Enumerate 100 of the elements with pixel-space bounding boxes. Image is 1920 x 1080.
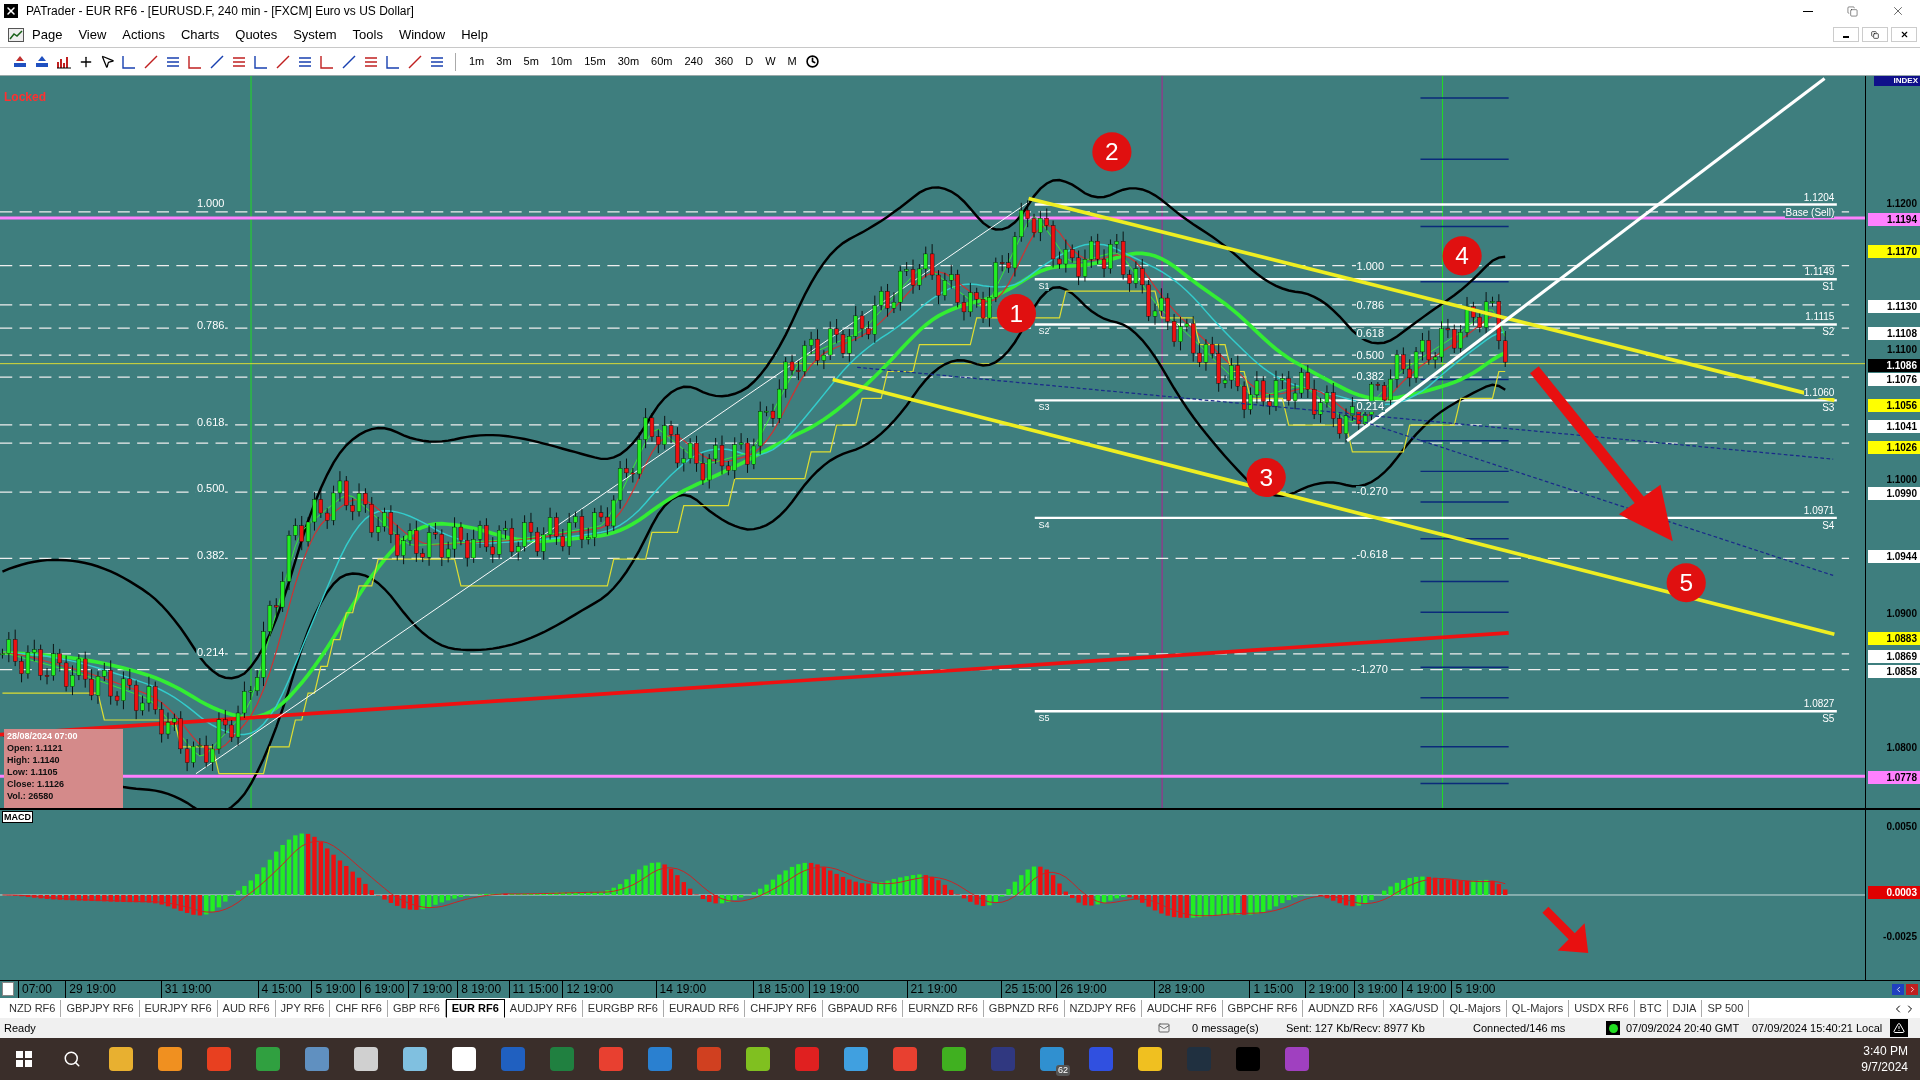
drawing-tool-icon[interactable] [121,53,137,70]
ohlc-value-label: High: 1.1140 [7,754,61,766]
timeframe-button[interactable]: D [742,53,757,70]
mdi-close-button[interactable] [1891,27,1917,42]
timeframe-button[interactable]: M [784,53,800,70]
price-marker-label: 1.0778 [1868,771,1920,785]
drawing-tool-icon[interactable] [143,53,159,70]
fib-level-label: -0.618 [1355,548,1389,560]
drawing-tool-icon[interactable] [385,53,401,70]
drawing-tool-icon[interactable] [187,53,203,70]
symbol-tab[interactable]: AUD RF6 [217,1000,276,1017]
menu-item[interactable]: Actions [114,24,173,45]
timeframe-button[interactable]: 360 [711,53,737,70]
minimize-icon [1802,10,1813,12]
chart-line-icon [8,27,24,42]
symbol-tab[interactable]: GBPNZD RF6 [983,1000,1065,1017]
price-marker-label: 1.1170 [1868,244,1920,258]
app-icon[interactable] [1137,1047,1162,1071]
symbol-tab[interactable]: BTC [1634,1000,1668,1017]
symbol-tab[interactable]: GBP RF6 [387,1000,446,1017]
timeframe-button[interactable]: 3m [493,53,515,70]
fib-level-label: -1.270 [1355,663,1389,675]
scroll-right-icon[interactable] [1906,984,1918,995]
scroll-left-icon[interactable] [1892,984,1904,995]
drawing-tool-icon[interactable] [407,53,423,70]
price-marker-label: 1.0944 [1868,549,1920,563]
symbol-tab[interactable]: AUDJPY RF6 [504,1000,583,1017]
symbol-tab[interactable]: JPY RF6 [275,1000,331,1017]
symbol-tab[interactable]: XAG/USD [1383,1000,1445,1017]
symbol-tab[interactable]: GBPCHF RF6 [1222,1000,1304,1017]
app-icon[interactable] [108,1047,133,1071]
timeframe-button[interactable]: 10m [547,53,576,70]
app-icon[interactable] [402,1047,427,1071]
menu-item[interactable]: View [70,24,115,45]
fib-level-label: 0.500 [1355,350,1386,362]
indicator-title: MACD [2,811,33,823]
zoom-arrows-icon[interactable] [34,54,50,69]
symbol-tab[interactable]: EUR RF6 [445,999,505,1018]
restore-icon [1871,30,1879,39]
symbol-tab[interactable]: NZDJPY RF6 [1064,1000,1142,1017]
timeframe-button[interactable]: 15m [581,53,609,70]
step-number-marker: 2 [1092,132,1132,172]
menu-item[interactable]: Page [24,24,71,45]
scroll-box[interactable] [2,982,14,996]
timeframe-button[interactable]: 30m [614,53,643,70]
symbol-tab[interactable]: NZD RF6 [4,1000,62,1017]
pivot-price-label: 1.0827 [1803,699,1835,710]
pointer-icon[interactable] [100,54,115,69]
price-tick-label: 1.1000 [1886,472,1917,486]
menu-item[interactable]: Help [453,24,496,45]
symbol-tab[interactable]: EURJPY RF6 [139,1000,218,1017]
drawing-tool-icon[interactable] [341,53,357,70]
symbol-tab[interactable]: GBPAUD RF6 [822,1000,904,1017]
symbol-tab[interactable]: SP 500 [1702,1000,1750,1017]
timeframe-button[interactable]: 5m [520,53,542,70]
zoom-arrows-icon[interactable] [12,54,28,69]
timeframe-button[interactable]: 1m [466,53,488,70]
clock-icon[interactable] [805,55,819,68]
drawing-tool-icon[interactable] [275,53,291,70]
pivot-level-label: S2 [1038,327,1050,337]
pivot-price-label: 1.1149 [1804,267,1835,278]
timeframe-button[interactable]: 240 [681,53,706,70]
message-count: 0 message(s) [1192,1020,1260,1036]
price-marker-label: 1.1194 [1868,213,1920,226]
menu-item[interactable]: Quotes [227,24,286,45]
symbol-tab[interactable]: GBPJPY RF6 [61,1000,140,1017]
menu-item[interactable]: Window [390,24,454,45]
symbol-tab[interactable]: QL-Majors [1444,1000,1507,1017]
mdi-minimize-button[interactable] [1833,27,1859,42]
symbol-tab[interactable]: USDX RF6 [1569,1000,1635,1017]
symbol-tab[interactable]: CHFJPY RF6 [745,1000,823,1017]
menu-item[interactable]: Tools [344,24,391,45]
drawing-tool-icon[interactable] [209,53,225,70]
app-icon[interactable] [745,1047,770,1071]
fib-level-label: 1.000 [195,197,226,209]
pivot-level-label: S4 [1822,520,1835,531]
pivot-level-label: S2 [1822,327,1835,338]
drawing-tool-icon[interactable] [253,53,269,70]
drawing-tool-icon[interactable] [319,53,335,70]
symbol-tab[interactable]: AUDNZD RF6 [1303,1000,1384,1017]
timeframe-button[interactable]: 60m [648,53,676,70]
app-icon[interactable] [451,1047,476,1071]
timeframe-button[interactable]: W [762,53,779,70]
menu-item[interactable]: System [285,24,345,45]
pivot-price-label: 1.1060 [1803,388,1835,399]
symbol-tab[interactable]: CHF RF6 [330,1000,388,1017]
symbol-tab[interactable]: EURNZD RF6 [903,1000,984,1017]
symbol-tab[interactable]: DJIA [1667,1000,1703,1017]
symbol-tab[interactable]: EURAUD RF6 [663,1000,746,1017]
menu-item[interactable]: Charts [172,24,228,45]
symbol-tab[interactable]: AUDCHF RF6 [1141,1000,1223,1017]
symbol-tab[interactable]: QL-Majors [1506,1000,1570,1017]
app-icon[interactable] [157,1047,182,1071]
symbol-tab[interactable]: EURGBP RF6 [582,1000,664,1017]
step-number-marker: 3 [1246,457,1286,498]
app-logo-icon [4,4,18,18]
price-marker-label: 1.1026 [1868,440,1920,454]
app-icon[interactable] [353,1047,378,1071]
mdi-restore-button[interactable] [1862,27,1888,42]
search-icon[interactable] [63,1050,81,1068]
